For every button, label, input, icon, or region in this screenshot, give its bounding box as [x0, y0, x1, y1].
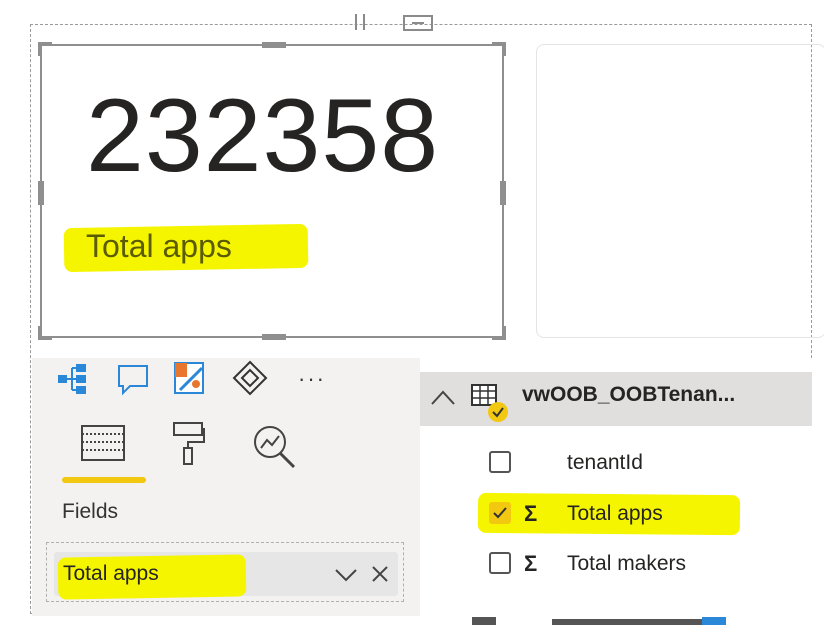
magnifier-chart-icon[interactable] [250, 422, 298, 475]
resize-handle[interactable] [38, 326, 42, 340]
adjacent-visual[interactable] [536, 44, 824, 338]
card-label: Total apps [86, 228, 232, 264]
resize-handle[interactable] [502, 326, 506, 340]
field-name[interactable]: tenantId [567, 451, 643, 475]
more-options-icon[interactable]: ··· [298, 366, 326, 392]
table-icon [470, 382, 514, 431]
resize-handle[interactable] [262, 334, 286, 340]
active-tab-indicator [62, 477, 146, 483]
resize-handle[interactable] [38, 181, 44, 205]
filter-icon [355, 14, 433, 31]
resize-handle[interactable] [500, 181, 506, 205]
checkmark-icon [493, 507, 507, 519]
narrative-icon[interactable] [116, 362, 150, 401]
sigma-icon: Σ [524, 551, 538, 576]
field-checkbox-checked[interactable] [489, 502, 511, 524]
resize-handle[interactable] [502, 42, 506, 56]
visual-header-icons[interactable] [352, 14, 436, 34]
card-value: 232358 [86, 78, 440, 194]
paint-roller-icon[interactable] [170, 420, 206, 471]
chevron-down-icon[interactable] [334, 562, 358, 591]
field-well-value: Total apps [63, 562, 159, 585]
field-checkbox[interactable] [489, 552, 511, 574]
table-name: vwOOB_OOBTenan... [522, 383, 736, 406]
table-grid-icon[interactable] [78, 424, 128, 469]
close-icon[interactable] [370, 564, 390, 589]
field-checkbox[interactable] [489, 451, 511, 473]
field-name[interactable]: Total makers [567, 552, 686, 576]
chevron-up-icon[interactable] [430, 388, 456, 413]
next-table-row-partial[interactable] [432, 612, 732, 625]
resize-handle[interactable] [38, 42, 42, 56]
resize-handle[interactable] [262, 42, 286, 48]
power-apps-icon[interactable] [232, 360, 268, 401]
field-name[interactable]: Total apps [567, 502, 663, 526]
fields-section-label: Fields [62, 500, 119, 523]
decomposition-tree-icon[interactable] [56, 362, 90, 401]
sigma-icon: Σ [524, 501, 538, 526]
paginated-report-icon[interactable] [172, 360, 208, 401]
